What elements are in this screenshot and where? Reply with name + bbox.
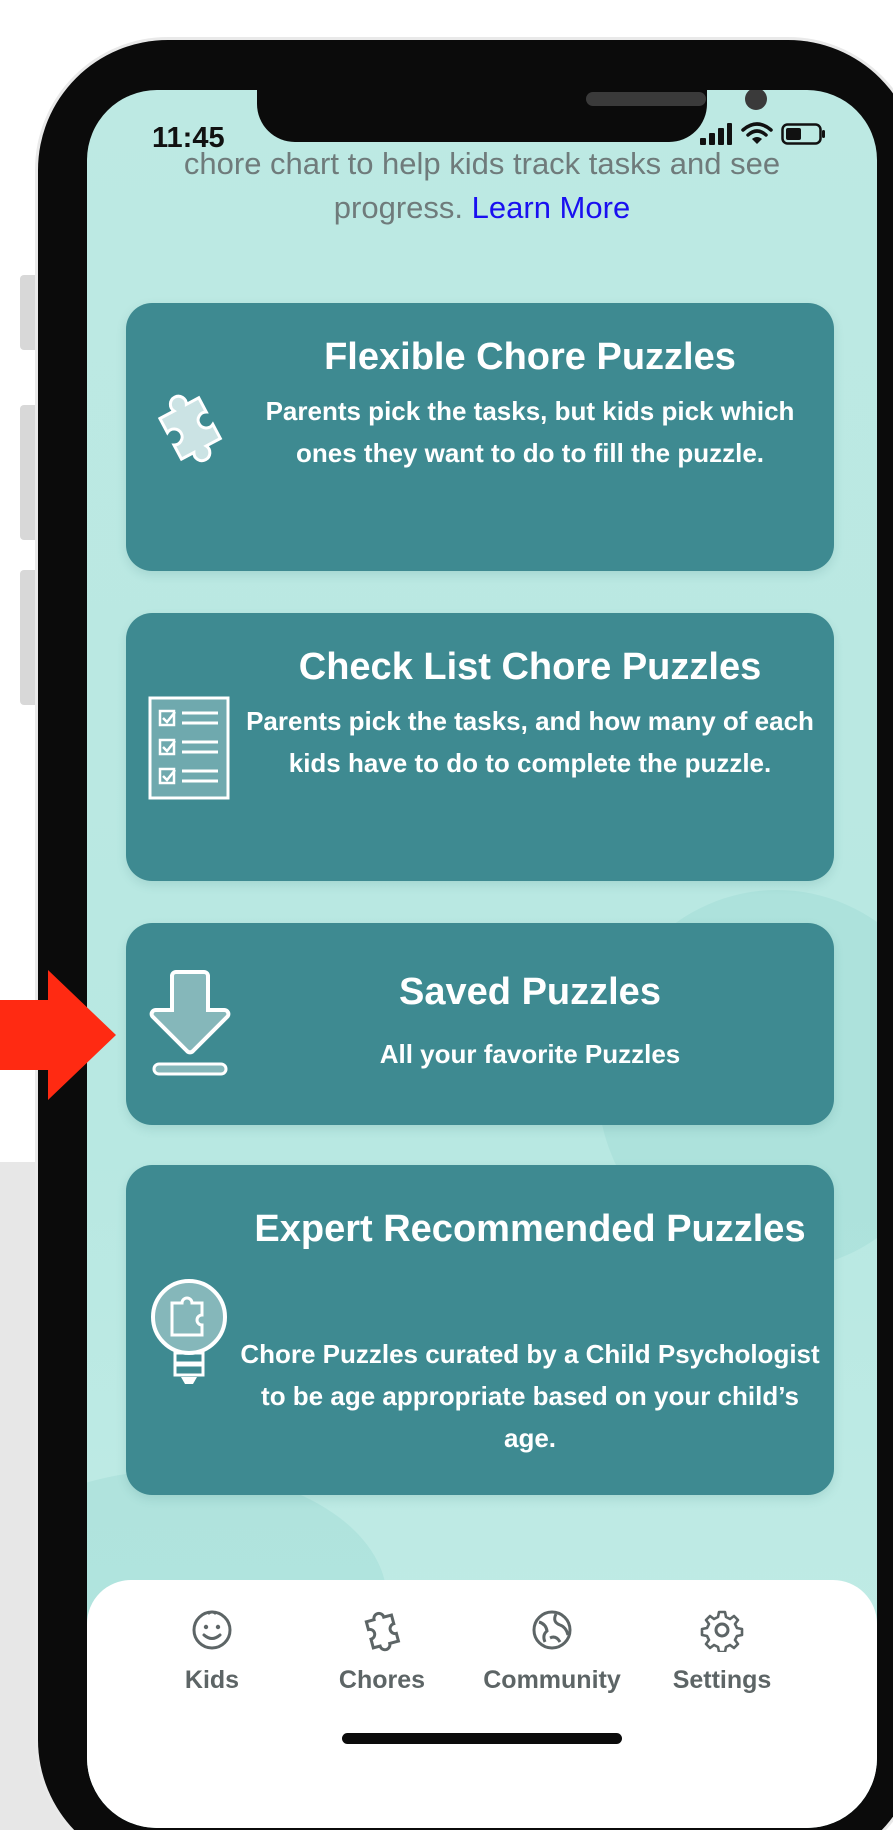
front-camera	[745, 90, 767, 110]
check-list-chore-puzzles-card[interactable]: Check List Chore Puzzles Parents pick th…	[126, 613, 834, 881]
tab-settings[interactable]: Settings	[637, 1608, 807, 1695]
card-title: Saved Puzzles	[399, 971, 661, 1013]
smiley-face-icon	[192, 1610, 232, 1650]
card-title: Flexible Chore Puzzles	[324, 336, 736, 378]
intro-text: chore chart to help kids track tasks and…	[127, 142, 837, 230]
tab-chores[interactable]: Chores	[297, 1608, 467, 1695]
tab-label: Kids	[184, 1666, 240, 1694]
gear-icon	[700, 1610, 744, 1652]
phone-screen: chore chart to help kids track tasks and…	[87, 90, 877, 1828]
bottom-tab-bar: Kids Chores Community Settings	[87, 1580, 877, 1828]
puzzle-piece-icon	[148, 393, 228, 477]
expert-recommended-puzzles-card[interactable]: Expert Recommended Puzzles Chore Puzzles…	[126, 1165, 834, 1495]
home-indicator	[342, 1733, 622, 1744]
card-title: Check List Chore Puzzles	[298, 646, 762, 688]
checklist-icon	[148, 696, 230, 804]
card-description: Parents pick the tasks, and how many of …	[246, 706, 814, 778]
tab-label: Chores	[338, 1666, 426, 1694]
status-icons	[699, 122, 827, 146]
download-arrow-icon	[148, 968, 232, 1084]
lightbulb-puzzle-icon	[148, 1277, 230, 1391]
annotation-arrow	[0, 970, 118, 1104]
globe-icon	[532, 1610, 572, 1650]
mute-switch	[20, 275, 36, 350]
wifi-icon	[741, 122, 773, 144]
screenshot-stage: chore chart to help kids track tasks and…	[0, 0, 893, 1830]
volume-down-button	[20, 570, 36, 705]
card-description: Parents pick the tasks, but kids pick wh…	[265, 396, 795, 468]
tab-label: Settings	[672, 1666, 772, 1694]
puzzle-piece-icon	[364, 1611, 401, 1652]
tab-community[interactable]: Community	[467, 1608, 637, 1695]
saved-puzzles-card[interactable]: Saved Puzzles All your favorite Puzzles	[126, 923, 834, 1125]
status-time: 11:45	[152, 122, 225, 154]
tab-kids[interactable]: Kids	[127, 1608, 297, 1695]
flexible-chore-puzzles-card[interactable]: Flexible Chore Puzzles Parents pick the …	[126, 303, 834, 571]
learn-more-link[interactable]: Learn More	[472, 190, 631, 225]
card-title: Expert Recommended Puzzles	[254, 1208, 806, 1250]
battery-icon	[781, 123, 825, 145]
speaker-grille	[586, 92, 706, 106]
tab-label: Community	[483, 1666, 621, 1694]
camera-notch	[257, 90, 767, 142]
card-description: All your favorite Puzzles	[379, 1039, 681, 1069]
signal-icon	[700, 123, 732, 145]
card-description: Chore Puzzles curated by a Child Psychol…	[240, 1339, 820, 1453]
volume-up-button	[20, 405, 36, 540]
